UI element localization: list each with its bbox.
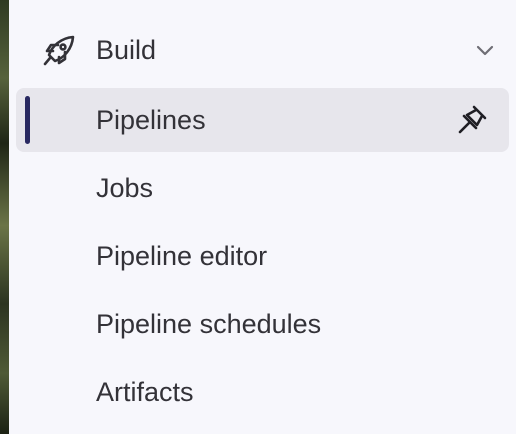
background-image-edge (0, 0, 9, 434)
active-indicator (25, 96, 30, 144)
nav-item-pipelines[interactable]: Pipelines (16, 88, 509, 152)
section-build-toggle[interactable]: Build (17, 18, 509, 82)
nav-item-artifacts[interactable]: Artifacts (16, 360, 509, 424)
nav-item-label: Pipelines (96, 105, 206, 135)
nav-item-label: Pipeline editor (96, 241, 268, 271)
nav-item-label: Artifacts (96, 377, 194, 407)
nav-item-label: Jobs (96, 173, 154, 203)
nav-item-pipeline-schedules[interactable]: Pipeline schedules (16, 292, 509, 356)
rocket-icon (43, 35, 75, 66)
nav-item-pipeline-editor[interactable]: Pipeline editor (16, 224, 509, 288)
nav-item-label: Pipeline schedules (96, 309, 322, 339)
sidebar-nav: Build Pipelines Jobs Pipeline editor Pip… (9, 0, 516, 434)
section-build-label: Build (96, 35, 157, 65)
nav-item-jobs[interactable]: Jobs (16, 156, 509, 220)
pin-icon[interactable] (455, 103, 489, 137)
chevron-down-icon (476, 45, 494, 56)
